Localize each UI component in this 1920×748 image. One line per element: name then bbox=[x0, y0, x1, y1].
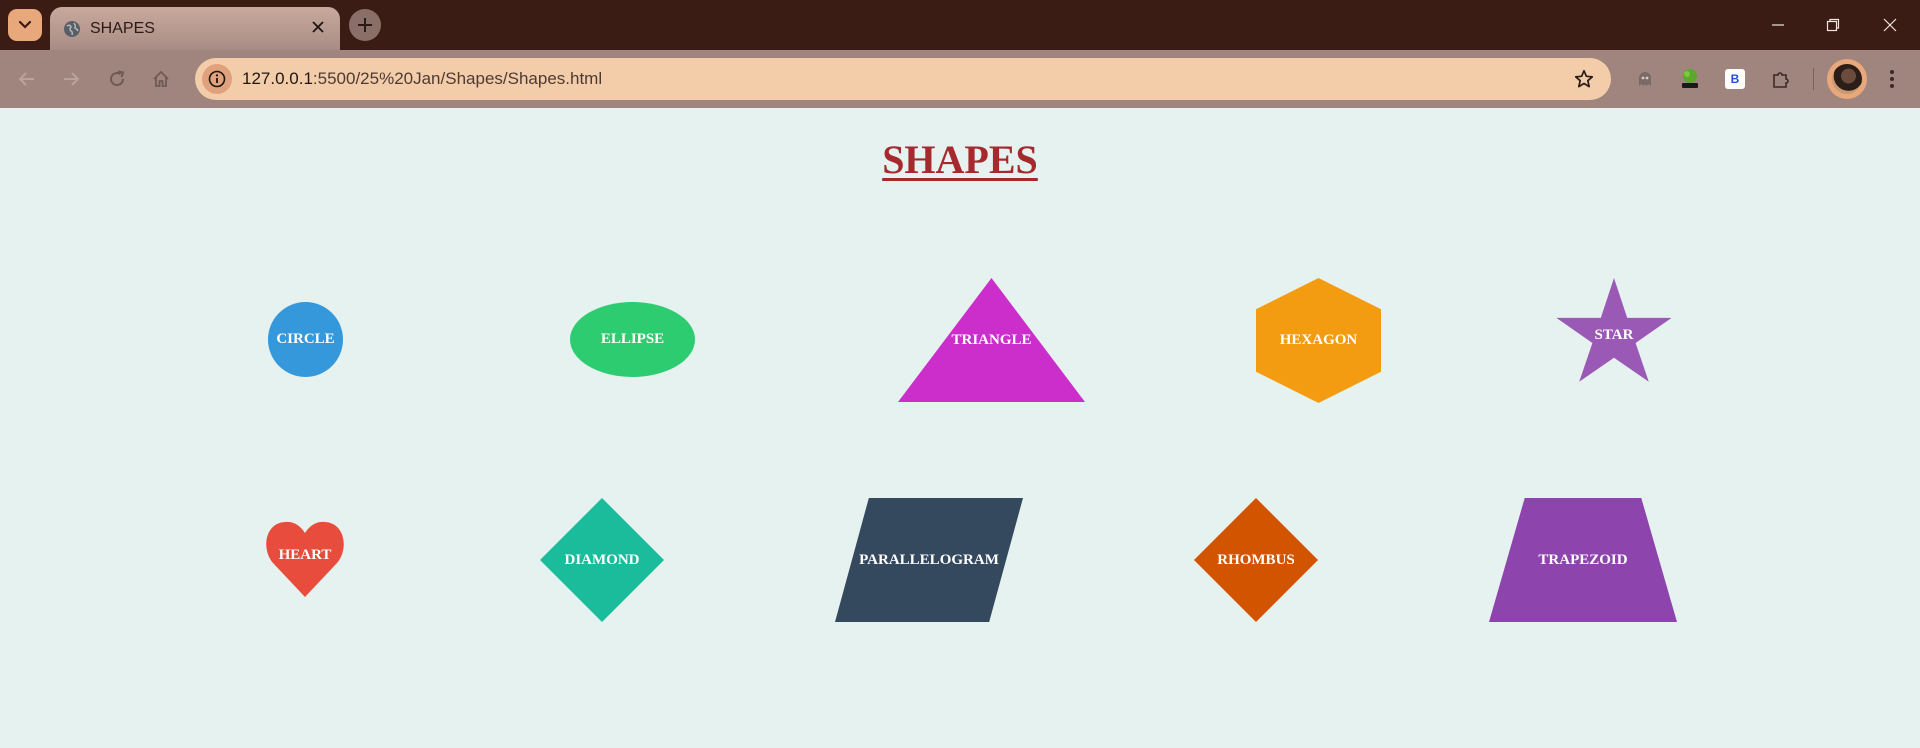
star-outline-icon bbox=[1574, 69, 1594, 88]
shape-label: RHOMBUS bbox=[1217, 551, 1295, 568]
extensions-button[interactable] bbox=[1768, 66, 1794, 92]
new-tab-button[interactable] bbox=[349, 9, 381, 41]
url-host: 127.0.0.1 bbox=[242, 69, 313, 88]
toolbar-divider bbox=[1813, 68, 1814, 90]
restore-icon bbox=[1826, 18, 1840, 32]
shape-label: ELLIPSE bbox=[600, 331, 665, 347]
close-tab-button[interactable] bbox=[308, 17, 328, 37]
shape-label: DIAMOND bbox=[564, 551, 640, 568]
site-info-button[interactable] bbox=[202, 64, 232, 94]
forward-button[interactable] bbox=[56, 64, 86, 94]
close-icon bbox=[312, 21, 324, 33]
url-text[interactable]: 127.0.0.1:5500/25%20Jan/Shapes/Shapes.ht… bbox=[242, 69, 602, 89]
ghost-icon bbox=[1639, 72, 1651, 86]
circle-shape: CIRCLE bbox=[268, 302, 343, 377]
extension-ghost-button[interactable] bbox=[1632, 66, 1658, 92]
arrow-right-icon bbox=[64, 72, 80, 86]
avatar-image bbox=[1832, 64, 1862, 94]
heart-shape: HEART bbox=[265, 511, 345, 599]
shape-label: TRAPEZOID bbox=[1538, 551, 1628, 568]
extension-b-button[interactable]: B bbox=[1725, 69, 1745, 89]
page-content: SHAPES CIRCLE ELLIPSE TRIANGLE HEXAGON S… bbox=[0, 108, 1920, 748]
url-path: :5500/25%20Jan/Shapes/Shapes.html bbox=[312, 69, 603, 88]
extension-html-button[interactable] bbox=[1677, 66, 1703, 92]
globe-icon bbox=[64, 21, 80, 37]
minimize-button[interactable] bbox=[1763, 12, 1793, 38]
arrow-left-icon bbox=[18, 72, 34, 86]
reload-icon bbox=[110, 70, 125, 87]
page-title: SHAPES bbox=[882, 137, 1038, 182]
home-icon bbox=[153, 70, 169, 87]
star-shape: STAR bbox=[1556, 278, 1672, 382]
profile-avatar[interactable] bbox=[1827, 59, 1867, 99]
reload-button[interactable] bbox=[102, 64, 132, 94]
shape-label: CIRCLE bbox=[276, 331, 335, 347]
active-tab[interactable]: SHAPES bbox=[50, 7, 340, 50]
tab-title: SHAPES bbox=[90, 20, 155, 37]
hexagon-shape: HEXAGON bbox=[1256, 278, 1381, 403]
bookmark-button[interactable] bbox=[1571, 66, 1597, 92]
puzzle-icon bbox=[1773, 72, 1789, 88]
close-icon bbox=[1883, 18, 1897, 32]
tab-search-button[interactable] bbox=[8, 9, 42, 41]
shape-label: TRIANGLE bbox=[951, 331, 1032, 348]
restore-button[interactable] bbox=[1818, 12, 1848, 38]
parallelogram-shape: PARALLELOGRAM bbox=[835, 498, 1023, 622]
tab-strip: SHAPES bbox=[0, 0, 1920, 50]
chevron-down-icon bbox=[18, 20, 32, 29]
diamond-shape: DIAMOND bbox=[540, 498, 664, 622]
plus-icon bbox=[358, 18, 372, 32]
minimize-icon bbox=[1772, 24, 1784, 26]
home-button[interactable] bbox=[146, 64, 176, 94]
browser-menu-button[interactable] bbox=[1880, 66, 1904, 92]
address-bar[interactable]: 127.0.0.1:5500/25%20Jan/Shapes/Shapes.ht… bbox=[195, 58, 1611, 100]
info-icon bbox=[208, 70, 226, 88]
more-vertical-icon bbox=[1890, 70, 1894, 88]
html-tree-icon bbox=[1682, 69, 1698, 88]
shape-label: STAR bbox=[1594, 326, 1634, 343]
shape-label: PARALLELOGRAM bbox=[859, 551, 999, 568]
back-button[interactable] bbox=[12, 64, 42, 94]
triangle-shape: TRIANGLE bbox=[898, 278, 1085, 402]
close-window-button[interactable] bbox=[1875, 12, 1905, 38]
shape-label: HEART bbox=[278, 546, 332, 563]
browser-toolbar: 127.0.0.1:5500/25%20Jan/Shapes/Shapes.ht… bbox=[0, 50, 1920, 108]
rhombus-shape: RHOMBUS bbox=[1194, 498, 1318, 622]
trapezoid-shape: TRAPEZOID bbox=[1489, 498, 1677, 622]
ellipse-shape: ELLIPSE bbox=[570, 302, 695, 377]
shape-label: HEXAGON bbox=[1279, 332, 1358, 348]
